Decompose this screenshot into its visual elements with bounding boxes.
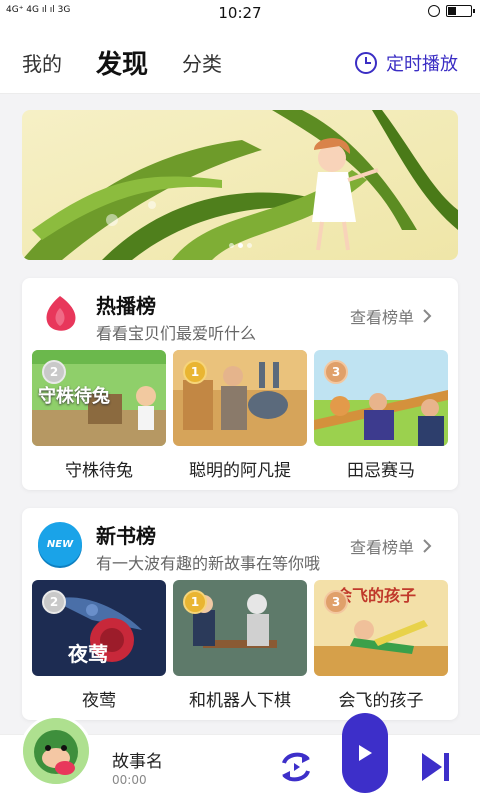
next-track-icon[interactable] <box>420 751 450 783</box>
new-book-list: 夜莺 2 夜莺 1 和机器人下棋 会飞的孩子 3 会飞的孩子 <box>32 580 448 711</box>
tab-category[interactable]: 分类 <box>182 48 222 77</box>
rank-badge: 1 <box>183 360 207 384</box>
new-list-header: NEW 新书榜 有一大波有趣的新故事在等你哦 查看榜单 <box>22 508 458 582</box>
book-cover: 夜莺 2 <box>32 580 166 676</box>
clock: 10:27 <box>218 4 262 22</box>
play-icon <box>359 745 372 761</box>
book-cover: 1 <box>173 580 307 676</box>
more-label: 查看榜单 <box>349 538 414 557</box>
now-playing-title: 故事名 <box>112 752 163 772</box>
timer-play-button[interactable]: 定时播放 <box>354 50 458 76</box>
book-title: 守株待兔 <box>65 461 133 481</box>
book-cover: 守株待兔 2 <box>32 350 166 446</box>
book-cover: 1 <box>173 350 307 446</box>
play-button[interactable] <box>342 713 388 793</box>
hot-list-card: 热播榜 看看宝贝们最爱听什么 查看榜单 守株待兔 2 守株待兔 1 聪明的阿凡提 <box>22 278 458 490</box>
rank-badge: 3 <box>324 590 348 614</box>
banner-illustration <box>22 110 458 260</box>
rank-badge: 2 <box>42 590 66 614</box>
hot-book-list: 守株待兔 2 守株待兔 1 聪明的阿凡提 3 田忌赛马 <box>32 350 448 481</box>
new-badge-label: NEW <box>46 538 74 550</box>
new-badge-icon: NEW <box>38 522 82 566</box>
mini-player: 故事名 00:00 <box>0 713 480 800</box>
new-list-subtitle: 有一大波有趣的新故事在等你哦 <box>96 554 321 573</box>
book-item[interactable]: 3 田忌赛马 <box>314 350 448 481</box>
pager-dot[interactable] <box>237 243 243 248</box>
status-icons <box>428 5 475 17</box>
book-item[interactable]: 守株待兔 2 守株待兔 <box>32 350 166 481</box>
book-title: 会飞的孩子 <box>338 691 424 711</box>
hot-list-header: 热播榜 看看宝贝们最爱听什么 查看榜单 <box>22 278 458 352</box>
book-title: 夜莺 <box>82 691 116 711</box>
rank-badge: 2 <box>42 360 66 384</box>
rank-badge: 1 <box>183 590 207 614</box>
book-cover: 3 <box>314 350 448 446</box>
book-item[interactable]: 夜莺 2 夜莺 <box>32 580 166 711</box>
book-item[interactable]: 1 和机器人下棋 <box>173 580 307 711</box>
rotation-lock-icon <box>428 5 440 17</box>
book-title: 和机器人下棋 <box>189 691 291 711</box>
cover-title-art: 夜莺 <box>68 642 108 666</box>
book-item[interactable]: 1 聪明的阿凡提 <box>173 350 307 481</box>
hot-list-more-button[interactable]: 查看榜单 <box>350 304 432 328</box>
loop-icon[interactable] <box>278 747 314 787</box>
more-label: 查看榜单 <box>349 308 414 327</box>
tab-discover[interactable]: 发现 <box>96 44 148 81</box>
tab-mine[interactable]: 我的 <box>22 48 62 77</box>
hot-list-title: 热播榜 <box>96 294 156 318</box>
clock-icon <box>355 52 377 74</box>
new-list-card: NEW 新书榜 有一大波有趣的新故事在等你哦 查看榜单 夜莺 2 夜莺 1 和机… <box>22 508 458 720</box>
top-nav: 我的 发现 分类 定时播放 <box>0 26 480 94</box>
book-cover: 会飞的孩子 3 <box>314 580 448 676</box>
battery-icon <box>446 5 475 17</box>
cover-title-art: 守株待兔 <box>38 386 110 407</box>
new-list-title: 新书榜 <box>96 524 156 548</box>
book-item[interactable]: 会飞的孩子 3 会飞的孩子 <box>314 580 448 711</box>
now-playing-time: 00:00 <box>112 773 147 787</box>
now-playing-avatar[interactable] <box>20 715 92 787</box>
rank-badge: 3 <box>324 360 348 384</box>
banner-pager <box>22 243 458 248</box>
pager-dot[interactable] <box>246 243 252 248</box>
book-title: 田忌赛马 <box>347 461 415 481</box>
chevron-right-icon <box>423 309 432 323</box>
new-list-more-button[interactable]: 查看榜单 <box>350 534 432 558</box>
cover-title-art: 会飞的孩子 <box>336 586 417 605</box>
status-bar: 4G⁺ 4G ıl ıl 3G 10:27 <box>0 0 480 26</box>
flame-icon <box>46 296 76 331</box>
hot-list-subtitle: 看看宝贝们最爱听什么 <box>96 324 257 343</box>
chevron-right-icon <box>423 539 432 553</box>
timer-play-label: 定时播放 <box>386 54 458 75</box>
book-title: 聪明的阿凡提 <box>189 461 291 481</box>
promo-banner[interactable] <box>22 110 458 260</box>
pager-dot[interactable] <box>228 243 234 248</box>
